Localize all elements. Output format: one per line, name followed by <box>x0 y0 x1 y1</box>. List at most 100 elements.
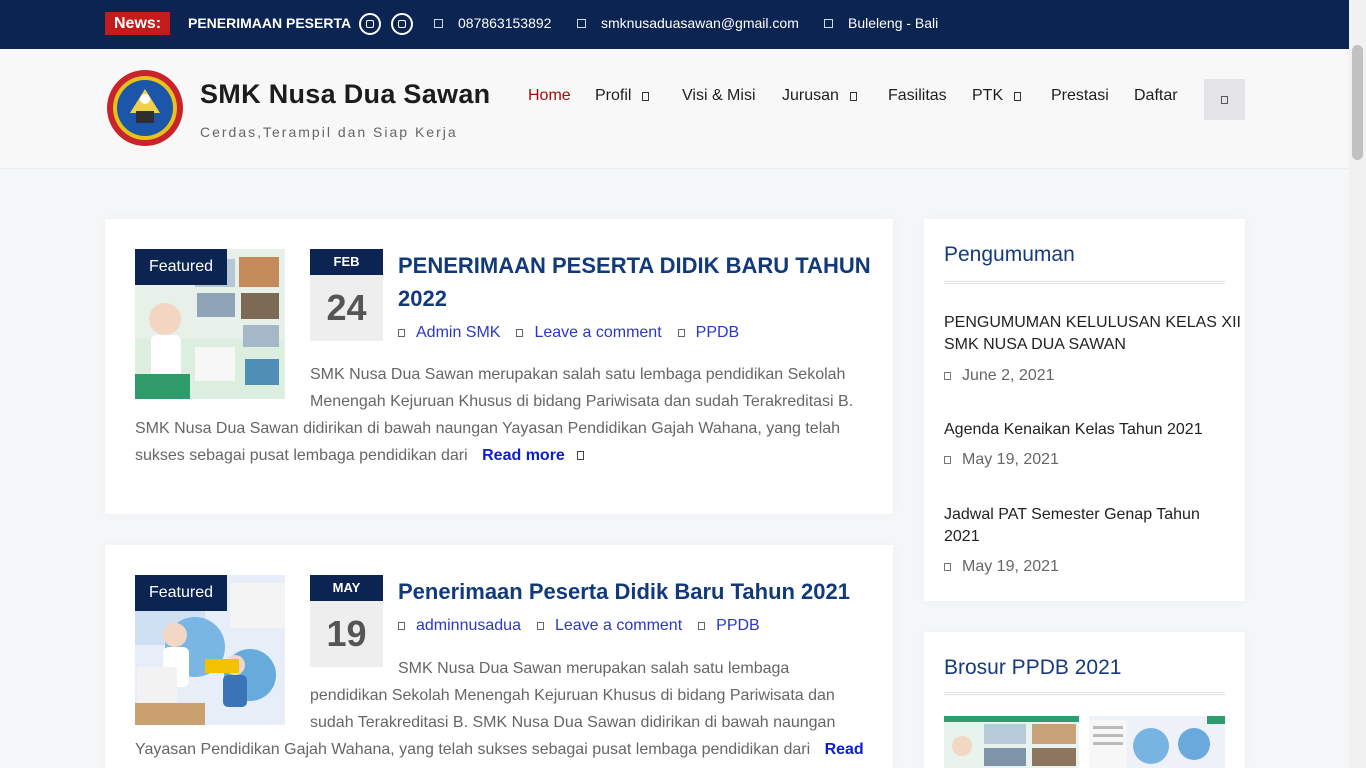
post-month: FEB <box>310 249 383 275</box>
social-icon-2[interactable] <box>391 13 413 35</box>
school-logo[interactable] <box>106 69 184 147</box>
top-bar: News: PENERIMAAN PESERTA 087863153892 sm… <box>0 0 1349 49</box>
phone-icon <box>434 18 443 28</box>
nav-jurusan-label: Jurusan <box>782 87 839 104</box>
calendar-icon <box>944 563 951 571</box>
folder-icon <box>698 622 706 630</box>
comment-icon <box>536 622 544 630</box>
nav-ptk-label: PTK <box>972 87 1004 104</box>
announcement-link[interactable]: Jadwal PAT Semester Genap Tahun 2021 <box>944 504 1200 548</box>
post-excerpt-line: pendidikan Sekolah Menengah Kejuruan Khu… <box>310 687 835 704</box>
announcement-title-line: Jadwal PAT Semester Genap Tahun <box>944 506 1200 523</box>
post-thumbnail[interactable]: Featured <box>135 575 285 725</box>
phone-number: 087863153892 <box>458 15 552 31</box>
post-title-line: PENERIMAAN PESERTA DIDIK BARU TAHUN <box>398 253 871 278</box>
calendar-icon <box>944 372 951 380</box>
post-card: Featured MAY 19 Penerimaan Peserta Didik… <box>105 545 893 768</box>
post-thumbnail[interactable]: Featured <box>135 249 285 399</box>
read-more-link[interactable]: Read more <box>482 447 584 464</box>
chevron-down-icon <box>642 91 650 101</box>
post-author[interactable]: adminnusadua <box>416 617 521 635</box>
nav-prestasi[interactable]: Prestasi <box>1051 87 1109 105</box>
post-excerpt-line: SMK Nusa Dua Sawan merupakan salah satu … <box>310 366 846 383</box>
social-glyph-icon <box>398 20 406 28</box>
announcement-date-text: May 19, 2021 <box>962 558 1059 575</box>
announcement-date: May 19, 2021 <box>944 451 1059 469</box>
brosur-image-1[interactable] <box>944 716 1079 768</box>
brosur-image <box>944 716 1079 768</box>
post-title[interactable]: PENERIMAAN PESERTA DIDIK BARU TAHUN 2022 <box>398 249 871 315</box>
nav-jurusan[interactable]: Jurusan <box>782 87 857 105</box>
nav-fasilitas[interactable]: Fasilitas <box>888 87 947 105</box>
announcement-link[interactable]: PENGUMUMAN KELULUSAN KELAS XII SMK NUSA … <box>944 312 1241 356</box>
post-category[interactable]: PPDB <box>696 324 740 342</box>
announcement-date: June 2, 2021 <box>944 367 1055 385</box>
nav-ptk[interactable]: PTK <box>972 87 1022 105</box>
post-excerpt-text: Yayasan Pendidikan Gajah Wahana, yang te… <box>135 741 811 758</box>
email-contact[interactable]: smknusaduasawan@gmail.com <box>577 15 799 31</box>
widget-title: Pengumuman <box>944 243 1075 266</box>
search-icon <box>1221 95 1228 104</box>
post-title[interactable]: Penerimaan Peserta Didik Baru Tahun 2021 <box>398 575 850 608</box>
post-comment-link[interactable]: Leave a comment <box>555 617 682 635</box>
nav-home[interactable]: Home <box>528 87 571 105</box>
post-day: 19 <box>310 601 383 667</box>
nav-daftar[interactable]: Daftar <box>1134 87 1178 105</box>
nav-profil[interactable]: Profil <box>595 87 650 105</box>
read-more-link[interactable]: Read <box>825 741 864 758</box>
post-category[interactable]: PPDB <box>716 617 760 635</box>
nav-home-label: Home <box>528 87 571 104</box>
arrow-right-icon <box>576 451 584 461</box>
email-icon <box>577 18 586 28</box>
post-excerpt-text: sukses sebagai pusat lembaga pendidikan … <box>135 447 468 464</box>
post-date: FEB 24 <box>310 249 383 341</box>
announcement-date-text: June 2, 2021 <box>962 367 1055 384</box>
search-button[interactable] <box>1204 79 1245 120</box>
site-title[interactable]: SMK Nusa Dua Sawan <box>200 79 490 110</box>
page-scrollbar[interactable] <box>1349 0 1366 768</box>
nav-prestasi-label: Prestasi <box>1051 87 1109 104</box>
widget-title: Brosur PPDB 2021 <box>944 656 1122 679</box>
news-ticker-text[interactable]: PENERIMAAN PESERTA <box>188 15 351 31</box>
widget-divider <box>944 281 1225 284</box>
post-comment-link[interactable]: Leave a comment <box>534 324 661 342</box>
post-excerpt-line: Yayasan Pendidikan Gajah Wahana, yang te… <box>135 741 864 759</box>
announcement-link[interactable]: Agenda Kenaikan Kelas Tahun 2021 <box>944 419 1203 441</box>
widget-divider <box>944 692 1225 695</box>
email-address: smknusaduasawan@gmail.com <box>601 15 799 31</box>
nav-fasilitas-label: Fasilitas <box>888 87 947 104</box>
scrollbar-thumb[interactable] <box>1352 45 1363 160</box>
location-contact: Buleleng - Bali <box>824 15 938 31</box>
post-meta: adminnusadua Leave a comment PPDB <box>398 617 760 635</box>
news-badge: News: <box>105 12 171 35</box>
brosur-image <box>1089 716 1225 768</box>
post-title-line: 2022 <box>398 286 447 311</box>
brosur-image-2[interactable] <box>1089 716 1225 768</box>
nav-daftar-label: Daftar <box>1134 87 1178 104</box>
featured-badge: Featured <box>135 575 227 611</box>
site-tagline: Cerdas,Terampil dan Siap Kerja <box>200 124 458 140</box>
calendar-icon <box>944 456 951 464</box>
post-excerpt-line: SMK Nusa Dua Sawan merupakan salah satu … <box>398 660 790 677</box>
site-header: SMK Nusa Dua Sawan Cerdas,Terampil dan S… <box>0 49 1349 169</box>
post-excerpt-line: sukses sebagai pusat lembaga pendidikan … <box>135 447 584 465</box>
social-icon-1[interactable] <box>359 13 381 35</box>
post-day: 24 <box>310 275 383 341</box>
announcement-title-line: PENGUMUMAN KELULUSAN KELAS XII <box>944 314 1241 331</box>
nav-visi-misi[interactable]: Visi & Misi <box>682 87 756 105</box>
phone-contact[interactable]: 087863153892 <box>434 15 551 31</box>
location-icon <box>824 18 833 28</box>
nav-profil-label: Profil <box>595 87 632 104</box>
location-text: Buleleng - Bali <box>848 15 939 31</box>
post-author[interactable]: Admin SMK <box>416 324 500 342</box>
post-excerpt-line: Menengah Kejuruan Khusus di bidang Pariw… <box>310 393 854 410</box>
user-icon <box>398 622 405 630</box>
announcement-title-line: Agenda Kenaikan Kelas Tahun 2021 <box>944 421 1203 438</box>
nav-visi-label: Visi & Misi <box>682 87 756 104</box>
chevron-down-icon <box>1014 91 1022 101</box>
user-icon <box>398 329 405 337</box>
folder-icon <box>677 329 685 337</box>
comment-icon <box>516 329 524 337</box>
announcement-title-line: SMK NUSA DUA SAWAN <box>944 336 1126 353</box>
post-meta: Admin SMK Leave a comment PPDB <box>398 324 739 342</box>
